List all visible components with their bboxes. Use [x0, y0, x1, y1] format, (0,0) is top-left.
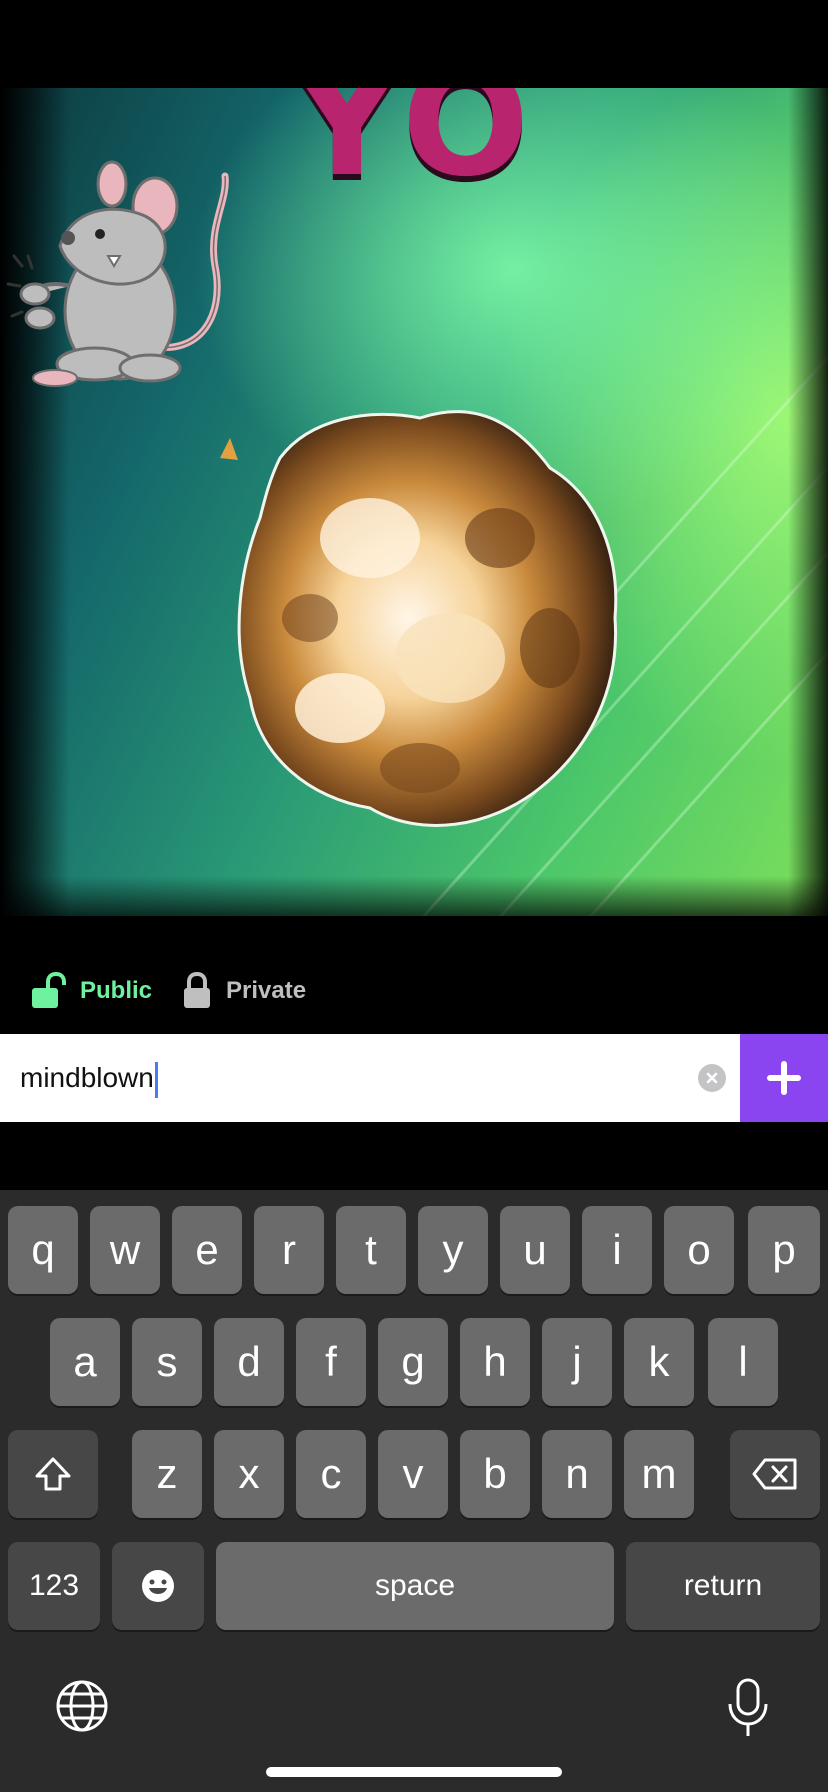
key-v[interactable]: v — [378, 1430, 448, 1518]
key-p[interactable]: p — [748, 1206, 820, 1294]
key-f[interactable]: f — [296, 1318, 366, 1406]
privacy-toggle: Public Private — [30, 966, 336, 1016]
public-label: Public — [80, 977, 153, 1004]
home-indicator[interactable] — [266, 1767, 562, 1777]
gif-preview: YO — [0, 88, 828, 916]
add-tag-button[interactable] — [740, 1034, 828, 1122]
vignette — [0, 876, 828, 916]
key-s[interactable]: s — [132, 1318, 202, 1406]
key-x[interactable]: x — [214, 1430, 284, 1518]
shift-icon — [35, 1457, 71, 1491]
key-o[interactable]: o — [664, 1206, 734, 1294]
key-l[interactable]: l — [708, 1318, 778, 1406]
key-q[interactable]: q — [8, 1206, 78, 1294]
backspace-icon — [752, 1458, 797, 1490]
private-label: Private — [226, 977, 307, 1004]
keyboard: q w e r t y u i o p a s d f g h j k l z … — [0, 1190, 828, 1792]
clear-icon — [706, 1072, 718, 1084]
backspace-key[interactable] — [730, 1430, 820, 1518]
rat-sticker-icon — [6, 160, 229, 387]
key-r[interactable]: r — [254, 1206, 324, 1294]
public-option[interactable]: Public — [30, 972, 152, 1010]
emoji-icon — [142, 1570, 174, 1602]
key-c[interactable]: c — [296, 1430, 366, 1518]
numbers-key[interactable]: 123 — [8, 1542, 100, 1630]
key-t[interactable]: t — [336, 1206, 406, 1294]
key-n[interactable]: n — [542, 1430, 612, 1518]
key-j[interactable]: j — [542, 1318, 612, 1406]
vignette — [788, 88, 828, 916]
clear-button[interactable] — [698, 1064, 726, 1092]
private-option[interactable]: Private — [182, 972, 306, 1010]
key-m[interactable]: m — [624, 1430, 694, 1518]
tag-input-field[interactable]: mindblown — [0, 1034, 740, 1122]
microphone-button[interactable] — [720, 1678, 776, 1738]
key-u[interactable]: u — [500, 1206, 570, 1294]
globe-button[interactable] — [54, 1678, 110, 1734]
microphone-icon — [728, 1678, 768, 1736]
key-a[interactable]: a — [50, 1318, 120, 1406]
key-e[interactable]: e — [172, 1206, 242, 1294]
return-key[interactable]: return — [626, 1542, 820, 1630]
key-d[interactable]: d — [214, 1318, 284, 1406]
explosion-icon — [220, 410, 618, 827]
emoji-key[interactable] — [112, 1542, 204, 1630]
key-h[interactable]: h — [460, 1318, 530, 1406]
plus-icon — [767, 1061, 801, 1095]
shift-key[interactable] — [8, 1430, 98, 1518]
globe-icon — [56, 1680, 108, 1732]
unlock-icon — [32, 972, 66, 1008]
key-k[interactable]: k — [624, 1318, 694, 1406]
tag-input-row: mindblown — [0, 1034, 828, 1122]
key-y[interactable]: y — [418, 1206, 488, 1294]
tag-input-value: mindblown — [20, 1062, 154, 1093]
space-key[interactable]: space — [216, 1542, 614, 1630]
key-w[interactable]: w — [90, 1206, 160, 1294]
key-z[interactable]: z — [132, 1430, 202, 1518]
key-g[interactable]: g — [378, 1318, 448, 1406]
key-i[interactable]: i — [582, 1206, 652, 1294]
key-b[interactable]: b — [460, 1430, 530, 1518]
text-caret — [154, 1061, 158, 1098]
lock-icon — [184, 972, 211, 1008]
